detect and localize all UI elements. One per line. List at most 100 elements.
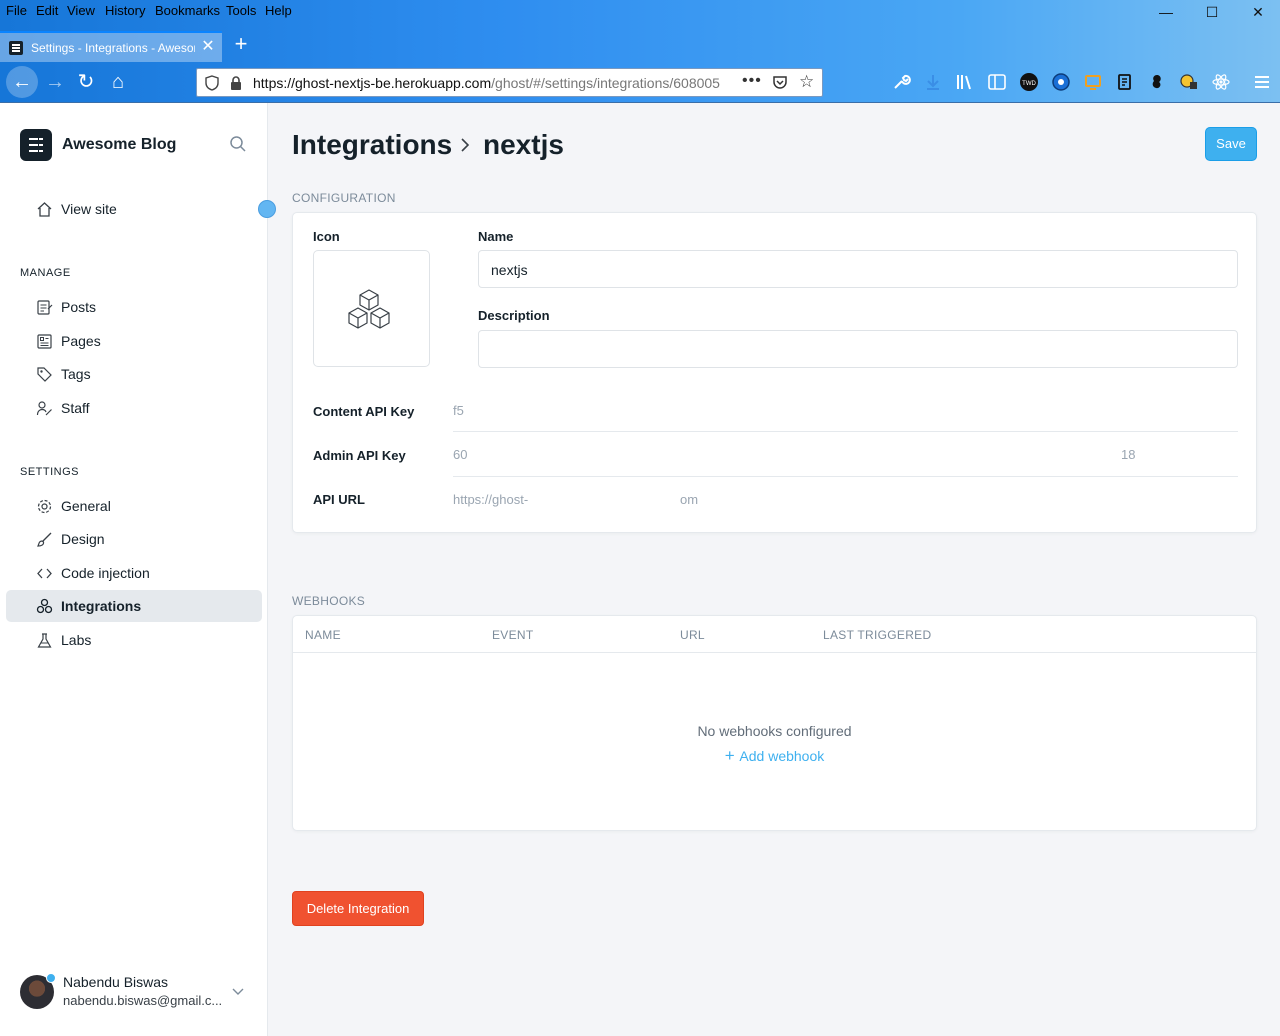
- home-icon[interactable]: ⌂: [105, 69, 131, 95]
- notes-extension-icon[interactable]: [1115, 72, 1135, 92]
- menubar: File Edit View History Bookmarks Tools H…: [0, 0, 1280, 24]
- blog-name[interactable]: Awesome Blog: [62, 136, 176, 154]
- menu-tools[interactable]: Tools: [226, 3, 256, 18]
- name-input-value: nextjs: [491, 262, 528, 278]
- nav-posts[interactable]: Posts: [6, 291, 262, 323]
- notification-dot[interactable]: [258, 200, 276, 218]
- nav-design[interactable]: Design: [6, 523, 262, 555]
- pocket-icon[interactable]: [772, 74, 788, 90]
- menu-help[interactable]: Help: [265, 3, 292, 18]
- library-icon[interactable]: [955, 72, 975, 92]
- nav-integrations[interactable]: Integrations: [6, 590, 262, 622]
- icon-label: Icon: [313, 229, 340, 244]
- wrench-icon[interactable]: [891, 72, 911, 92]
- webhooks-heading: WEBHOOKS: [292, 594, 366, 608]
- blog-logo-icon[interactable]: [20, 129, 52, 161]
- menu-history[interactable]: History: [105, 3, 145, 18]
- description-input[interactable]: [478, 330, 1238, 368]
- description-label: Description: [478, 308, 550, 323]
- url-text[interactable]: https://ghost-nextjs-be.herokuapp.com/gh…: [253, 75, 743, 91]
- reload-icon[interactable]: ↻: [73, 69, 99, 95]
- api-url-label: API URL: [313, 492, 365, 507]
- nav-label-tags: Tags: [61, 366, 91, 382]
- api-url-tail: om: [680, 492, 699, 507]
- flask-icon: [37, 633, 52, 648]
- screen-extension-icon[interactable]: [1083, 72, 1103, 92]
- nav-tags[interactable]: Tags: [6, 358, 262, 390]
- nav-label-labs: Labs: [61, 632, 92, 648]
- nav-label-design: Design: [61, 531, 105, 547]
- url-bar[interactable]: https://ghost-nextjs-be.herokuapp.com/gh…: [196, 68, 823, 97]
- ghost-favicon-icon: [9, 41, 23, 55]
- hamburger-menu-icon[interactable]: [1252, 72, 1272, 92]
- nav-label-pages: Pages: [61, 333, 101, 349]
- nav-label-staff: Staff: [61, 400, 90, 416]
- tools-extension-icon[interactable]: [1179, 72, 1199, 92]
- column-name: NAME: [305, 628, 341, 642]
- nav-general[interactable]: General: [6, 490, 262, 522]
- forward-arrow-icon[interactable]: →: [42, 69, 68, 95]
- code-icon: [37, 568, 52, 579]
- close-window-icon[interactable]: ✕: [1238, 4, 1278, 24]
- breadcrumb-integrations-link[interactable]: Integrations: [292, 129, 452, 161]
- delete-integration-button[interactable]: Delete Integration: [292, 891, 424, 926]
- nav-code-injection[interactable]: Code injection: [6, 557, 262, 589]
- divider: [453, 431, 1238, 432]
- shield-icon[interactable]: [205, 75, 219, 91]
- column-last-triggered: LAST TRIGGERED: [823, 628, 932, 642]
- url-host: https://ghost-nextjs-be.herokuapp.com: [253, 75, 492, 91]
- nav-labs[interactable]: Labs: [6, 624, 262, 656]
- nav-label-view-site: View site: [61, 201, 117, 217]
- plus-icon: +: [724, 746, 740, 765]
- twd-extension-icon[interactable]: TWD: [1019, 72, 1039, 92]
- add-webhook-link[interactable]: + Add webhook: [293, 746, 1256, 766]
- cubes-icon: [348, 289, 390, 329]
- brush-icon: [37, 532, 52, 547]
- menu-edit[interactable]: Edit: [36, 3, 58, 18]
- new-tab-icon[interactable]: +: [230, 33, 252, 55]
- back-arrow-icon[interactable]: ←: [6, 66, 38, 98]
- menu-view[interactable]: View: [67, 3, 95, 18]
- bookmark-star-icon[interactable]: ☆: [799, 72, 814, 92]
- nav-label-code-injection: Code injection: [61, 565, 150, 581]
- configuration-card: Icon Name nextjs Description Content API…: [292, 212, 1257, 533]
- content-api-key-value[interactable]: f5: [453, 403, 464, 418]
- nav-staff[interactable]: Staff: [6, 392, 262, 424]
- api-url-value[interactable]: https://ghost-: [453, 492, 528, 507]
- admin-api-key-tail: 18: [1121, 447, 1136, 462]
- menu-bookmarks[interactable]: Bookmarks: [155, 3, 220, 18]
- webhooks-card: NAME EVENT URL LAST TRIGGERED No webhook…: [292, 615, 1257, 831]
- chevron-down-icon[interactable]: [230, 983, 246, 999]
- tag-icon: [37, 367, 52, 382]
- download-icon[interactable]: [923, 72, 943, 92]
- content-api-key-label: Content API Key: [313, 404, 415, 419]
- minimize-icon[interactable]: —: [1146, 4, 1186, 24]
- lock-icon[interactable]: [229, 75, 243, 91]
- pages-icon: [37, 334, 52, 349]
- gnome-extension-icon[interactable]: [1147, 72, 1167, 92]
- sidebar-toggle-icon[interactable]: [987, 72, 1007, 92]
- maximize-icon[interactable]: ☐: [1192, 4, 1232, 24]
- nav-label-general: General: [61, 498, 111, 514]
- menu-file[interactable]: File: [6, 3, 27, 18]
- tab-close-icon[interactable]: ✕: [199, 38, 217, 56]
- chevron-right-icon: [461, 138, 470, 152]
- divider: [453, 476, 1238, 477]
- user-menu[interactable]: Nabendu Biswas nabendu.biswas@gmail.c...: [20, 973, 260, 1013]
- browser-tab[interactable]: Settings - Integrations - Awesome Blog ✕: [0, 31, 222, 62]
- integration-icon-upload[interactable]: [313, 250, 430, 367]
- column-url: URL: [680, 628, 705, 642]
- admin-api-key-value[interactable]: 60: [453, 447, 467, 462]
- globe-extension-icon[interactable]: [1051, 72, 1071, 92]
- svg-text:TWD: TWD: [1022, 81, 1036, 87]
- save-button[interactable]: Save: [1205, 127, 1257, 161]
- page-actions-icon[interactable]: •••: [742, 72, 762, 90]
- integrations-icon: [36, 598, 53, 614]
- react-devtools-icon[interactable]: [1211, 72, 1231, 92]
- home-icon: [37, 202, 52, 217]
- browser-chrome: File Edit View History Bookmarks Tools H…: [0, 0, 1280, 103]
- nav-view-site[interactable]: View site: [6, 193, 262, 225]
- search-icon[interactable]: [229, 135, 247, 153]
- name-input[interactable]: nextjs: [478, 250, 1238, 288]
- nav-pages[interactable]: Pages: [6, 325, 262, 357]
